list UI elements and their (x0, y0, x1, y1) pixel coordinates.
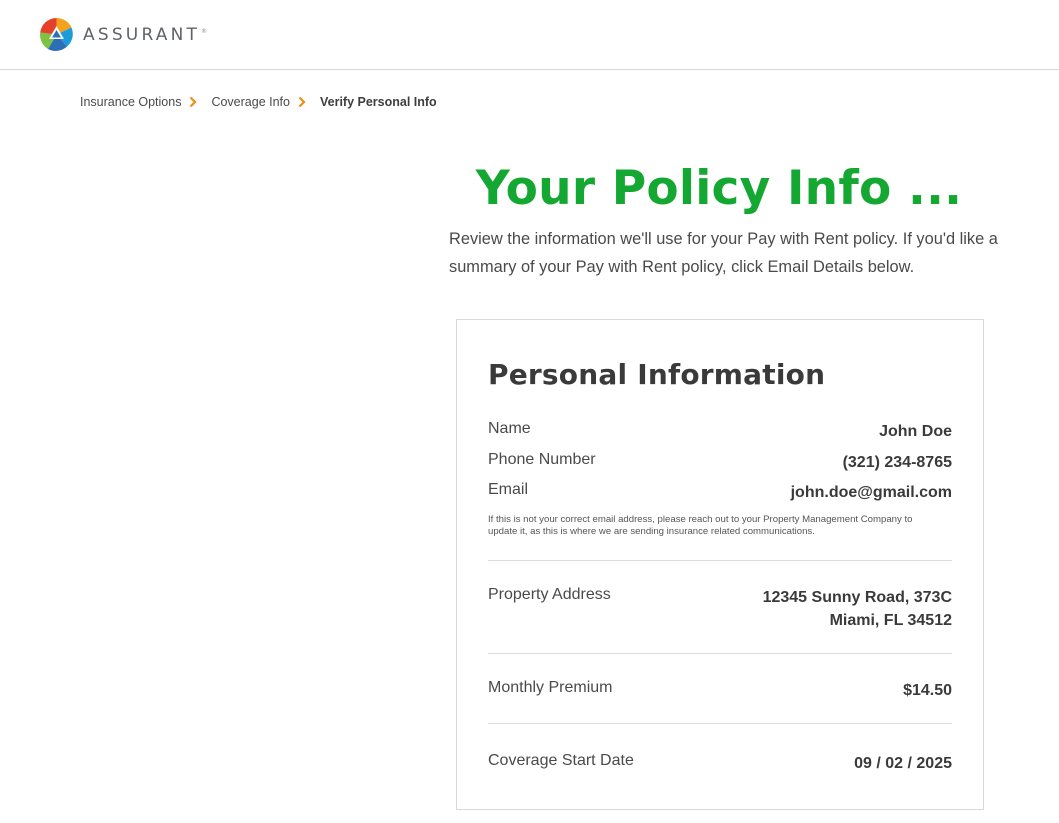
premium-value: $14.50 (903, 682, 952, 699)
assurant-logo-icon (40, 18, 73, 51)
intro-text: Review the information we'll use for you… (449, 230, 998, 276)
divider (488, 723, 952, 724)
personal-information-card: Personal Information Name John Doe Phone… (456, 319, 984, 810)
name-value: John Doe (879, 423, 952, 440)
registered-mark: ® (201, 27, 208, 35)
phone-value: (321) 234-8765 (842, 454, 952, 471)
site-header: ASSURANT® (0, 0, 1059, 70)
email-note: If this is not your correct email addres… (488, 514, 913, 537)
premium-label: Monthly Premium (488, 679, 613, 696)
card-heading: Personal Information (488, 358, 826, 391)
address-line1: 12345 Sunny Road, 373C (762, 589, 952, 606)
coverage-start-label: Coverage Start Date (488, 752, 634, 769)
email-label: Email (488, 481, 529, 498)
breadcrumb-verify-personal-info: Verify Personal Info (319, 95, 437, 109)
address-value: 12345 Sunny Road, 373C Miami, FL 34512 (763, 586, 952, 632)
assurant-logo[interactable]: ASSURANT® (40, 18, 207, 51)
phone-label: Phone Number (488, 451, 596, 468)
email-value: john.doe@gmail.com (790, 484, 952, 501)
chevron-right-icon (190, 96, 198, 108)
divider (488, 653, 952, 654)
brand-name: ASSURANT® (83, 24, 208, 45)
breadcrumb: Insurance Options Coverage Info Verify P… (80, 95, 437, 109)
chevron-right-icon (298, 96, 306, 108)
coverage-start-value: 09 / 02 / 2025 (854, 755, 952, 772)
breadcrumb-coverage-info[interactable]: Coverage Info (211, 95, 290, 109)
name-label: Name (488, 420, 531, 437)
page-title: Your Policy Info ... (475, 161, 963, 217)
breadcrumb-insurance-options[interactable]: Insurance Options (80, 95, 181, 109)
address-line2: Miami, FL 34512 (829, 612, 952, 629)
divider (488, 560, 952, 561)
address-label: Property Address (488, 586, 611, 603)
